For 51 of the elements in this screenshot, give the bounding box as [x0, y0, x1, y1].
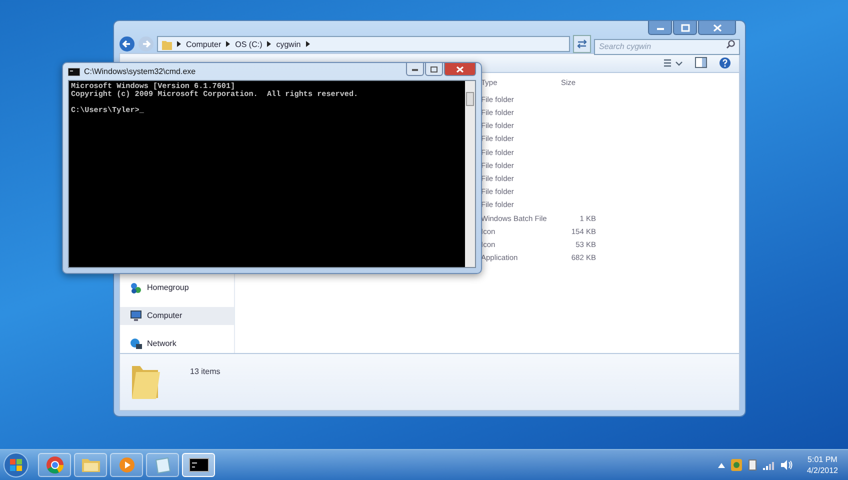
- breadcrumb-item[interactable]: Computer: [186, 40, 222, 48]
- preview-pane-icon[interactable]: [695, 57, 707, 68]
- minimize-button[interactable]: [406, 63, 424, 76]
- chevron-icon: [177, 41, 181, 47]
- play-icon: [118, 457, 134, 473]
- window-title: C:\Windows\system32\cmd.exe: [84, 67, 197, 76]
- chevron-icon: [267, 41, 272, 47]
- clock-time: 5:01 PM: [808, 454, 838, 465]
- help-icon[interactable]: [719, 56, 731, 69]
- breadcrumb-item[interactable]: cygwin: [276, 40, 301, 48]
- homegroup-icon: [130, 282, 142, 294]
- browser-icon: [46, 456, 64, 474]
- computer-icon: [130, 310, 142, 322]
- taskbar-button[interactable]: [182, 453, 215, 477]
- navigation-item[interactable]: Homegroup: [120, 278, 234, 297]
- minimize-button[interactable]: [648, 21, 672, 35]
- start-button[interactable]: [3, 452, 29, 478]
- close-button[interactable]: [698, 21, 736, 35]
- chevron-icon: [306, 41, 310, 47]
- breadcrumb-item[interactable]: OS (C:): [235, 40, 262, 48]
- close-icon: [456, 66, 464, 72]
- maximize-button[interactable]: [425, 63, 443, 76]
- folder-icon: [80, 457, 100, 473]
- close-button[interactable]: [444, 63, 476, 76]
- chevron-icon: [226, 41, 230, 47]
- console-icon: [68, 68, 80, 76]
- navigation-item[interactable]: Network: [120, 334, 234, 353]
- back-icon[interactable]: [119, 36, 135, 52]
- maximize-button[interactable]: [673, 21, 697, 35]
- view-icon[interactable]: [663, 58, 683, 68]
- search-icon: [726, 40, 735, 49]
- navigation-item[interactable]: Computer: [120, 306, 234, 325]
- clock-date: 4/2/2012: [806, 465, 838, 476]
- speaker-icon[interactable]: [780, 460, 793, 470]
- scroll-thumb[interactable]: [466, 92, 474, 106]
- address-bar[interactable]: Computer OS (C:) cygwin: [157, 36, 570, 52]
- note-icon: [154, 456, 172, 474]
- show-hidden-icons-icon[interactable]: [718, 462, 725, 468]
- refresh-icon[interactable]: [573, 35, 591, 53]
- search-field[interactable]: Search cygwin: [594, 38, 740, 54]
- maximize-icon: [430, 66, 438, 72]
- console-icon: [188, 458, 208, 472]
- close-icon: [712, 24, 722, 32]
- folder-icon: [162, 38, 172, 50]
- scrollbar[interactable]: [465, 81, 475, 267]
- maximize-icon: [680, 24, 690, 32]
- network-icon: [130, 338, 142, 350]
- item-count: 13 items: [190, 366, 220, 376]
- device-icon[interactable]: [748, 459, 757, 471]
- signal-icon[interactable]: [762, 460, 775, 470]
- clock[interactable]: 5:01 PM 4/2/2012: [806, 454, 838, 476]
